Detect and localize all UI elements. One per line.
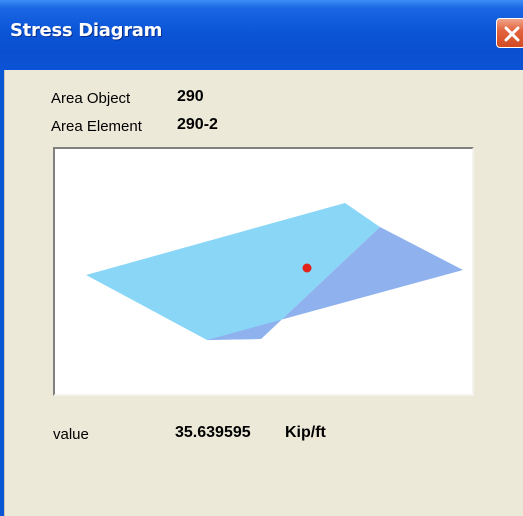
stress-diagram-window: Stress Diagram Area Object 290 Area Elem… [0,0,523,516]
area-object-label: Area Object [51,90,131,107]
area-element-value: 290-2 [177,116,218,133]
close-icon [504,26,520,42]
dialog-body: Area Object 290 Area Element 290-2 value… [4,70,523,516]
window-title: Stress Diagram [10,20,163,41]
result-label: value [53,426,89,443]
area-object-value: 290 [177,88,204,105]
area-element-label: Area Element [51,118,142,135]
stress-diagram-panel [53,147,474,396]
close-button[interactable] [496,18,523,48]
result-unit: Kip/ft [285,424,326,441]
stress-diagram-canvas [86,203,463,340]
result-point-marker [302,263,312,273]
result-value: 35.639595 [175,424,251,441]
title-bar[interactable]: Stress Diagram [0,0,523,70]
